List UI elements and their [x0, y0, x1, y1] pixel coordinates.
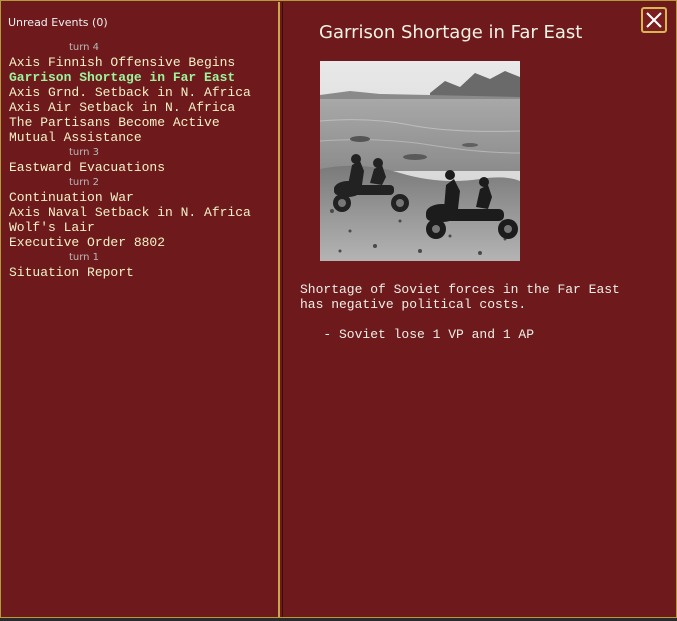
- unread-events-header: Unread Events (0): [8, 16, 108, 29]
- event-list-item[interactable]: Continuation War: [9, 190, 274, 205]
- event-list: turn 4 Axis Finnish Offensive Begins Garri…: [9, 40, 274, 280]
- event-list-item[interactable]: Wolf's Lair: [9, 220, 274, 235]
- event-photo: [320, 61, 520, 261]
- event-list-panel: Unread Events (0) turn 4 Axis Finnish Off…: [2, 2, 280, 617]
- close-x-icon: [646, 12, 662, 28]
- event-list-item[interactable]: The Partisans Become Active: [9, 115, 274, 130]
- event-list-item[interactable]: Axis Air Setback in N. Africa: [9, 100, 274, 115]
- turn-label: turn 4: [68, 42, 100, 53]
- event-title: Garrison Shortage in Far East: [319, 22, 583, 43]
- turn-label: turn 2: [68, 177, 100, 188]
- event-list-item-selected[interactable]: Garrison Shortage in Far East: [9, 70, 274, 85]
- event-list-item[interactable]: Axis Grnd. Setback in N. Africa: [9, 85, 274, 100]
- event-detail-panel: Garrison Shortage in Far East Shortage o…: [282, 2, 677, 617]
- event-list-item[interactable]: Axis Naval Setback in N. Africa: [9, 205, 274, 220]
- event-description: Shortage of Soviet forces in the Far Eas…: [300, 282, 620, 342]
- event-list-item[interactable]: Mutual Assistance: [9, 130, 274, 145]
- event-list-item[interactable]: Situation Report: [9, 265, 274, 280]
- turn-label: turn 1: [68, 252, 100, 263]
- turn-label: turn 3: [68, 147, 100, 158]
- event-list-item[interactable]: Eastward Evacuations: [9, 160, 274, 175]
- close-button[interactable]: [641, 7, 667, 33]
- event-list-item[interactable]: Executive Order 8802: [9, 235, 274, 250]
- events-window: Unread Events (0) turn 4 Axis Finnish Off…: [0, 0, 677, 618]
- event-list-item[interactable]: Axis Finnish Offensive Begins: [9, 55, 274, 70]
